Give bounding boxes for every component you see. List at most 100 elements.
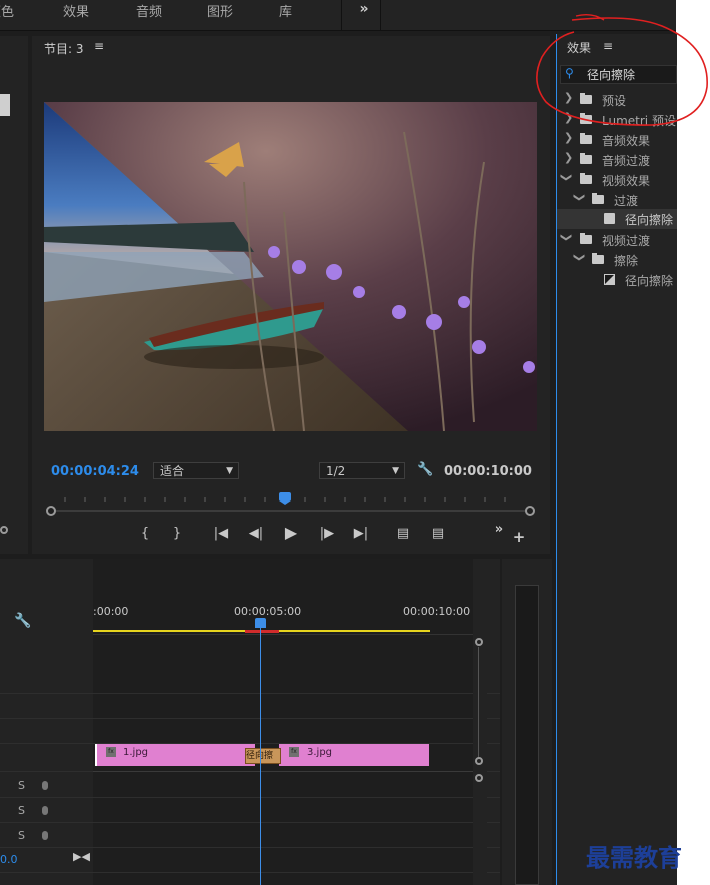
radial-wipe-preview-image <box>44 102 537 431</box>
program-video-frame <box>44 102 537 431</box>
go-to-out-icon[interactable]: ▶| <box>350 526 372 541</box>
add-button-icon[interactable]: + <box>508 528 530 546</box>
tree-item-radial-wipe-transition[interactable]: 径向擦除 <box>557 270 677 290</box>
tree-item-video-effects[interactable]: ❯ 视频效果 <box>557 170 677 190</box>
track-volume-value[interactable]: 0.0 <box>0 853 18 866</box>
timeline-track-area[interactable]: :00:00 00:00:05:00 00:00:10:00 fx 1.jpg … <box>93 559 473 885</box>
folder-icon <box>592 193 604 204</box>
transport-more-icon[interactable]: » <box>488 522 510 537</box>
track-divider <box>93 771 473 772</box>
resolution-dropdown[interactable]: 1/2 ▼ <box>319 462 405 479</box>
track-divider <box>93 847 473 848</box>
master-track-icon[interactable]: ▶◀ <box>73 850 90 863</box>
scroll-knob[interactable] <box>475 638 483 646</box>
folder-icon <box>580 153 592 164</box>
clip-1-jpg[interactable]: fx 1.jpg <box>95 744 255 766</box>
fx-badge-icon: fx <box>106 747 116 757</box>
clip-3-jpg[interactable]: fx 3.jpg <box>279 744 429 766</box>
ruler-baseline <box>93 634 473 635</box>
track-divider <box>93 872 473 873</box>
tree-item-label: 视频过渡 <box>602 234 651 248</box>
workspace-tab-effects[interactable]: 效果 <box>63 1 89 20</box>
scroll-knob[interactable] <box>0 526 8 534</box>
chevron-down-icon: ❯ <box>573 252 587 263</box>
track-divider <box>93 822 473 823</box>
effects-panel: 效果 ≡ ⚲ ❯ 预设 ❯ Lumetri 预设 ❯ 音频效果 ❯ 音频过渡 ❯… <box>556 34 677 885</box>
ruler-label-10s: 00:00:10:00 <box>403 605 471 618</box>
mark-in-icon[interactable]: { <box>134 526 156 541</box>
render-bar <box>245 630 279 633</box>
clip-name: 1.jpg <box>123 747 149 758</box>
monitor-scrubber[interactable] <box>45 492 535 516</box>
play-icon[interactable]: ▶ <box>280 523 302 542</box>
chevron-down-icon: ❯ <box>573 192 587 203</box>
workspace-more-icon[interactable]: » <box>352 1 376 17</box>
tree-item-audio-effects[interactable]: ❯ 音频效果 <box>557 130 677 150</box>
workspace-tab-graphics[interactable]: 图形 <box>207 1 233 20</box>
microphone-icon[interactable] <box>42 806 48 815</box>
tree-item-wipe-folder[interactable]: ❯ 擦除 <box>557 250 677 270</box>
folder-icon <box>592 253 604 264</box>
tree-item-radial-wipe-effect[interactable]: 径向擦除 <box>557 209 677 229</box>
step-forward-icon[interactable]: |▶ <box>316 526 338 541</box>
lift-icon[interactable]: ▤ <box>392 526 414 541</box>
workspace-tab-audio[interactable]: 音频 <box>136 1 162 20</box>
fit-dropdown-value: 适合 <box>160 464 185 478</box>
track-divider <box>93 693 473 694</box>
program-monitor: 节目: 3 ≡ 00:00:04:24 适合 ▼ 1/2 ▼ 🔧 00:00:1… <box>32 36 550 554</box>
chevron-down-icon: ❯ <box>560 232 574 243</box>
workspace-divider <box>341 0 342 30</box>
source-panel-edge <box>0 36 28 554</box>
audio-meter <box>515 585 539 885</box>
audio-track-solo-button[interactable]: S <box>18 779 25 792</box>
workspace-divider <box>380 0 381 30</box>
go-to-in-icon[interactable]: |◀ <box>210 526 232 541</box>
scroll-track <box>478 647 479 759</box>
timeline-wrench-icon[interactable]: 🔧 <box>14 613 31 629</box>
tree-item-transition-folder[interactable]: ❯ 过渡 <box>557 190 677 210</box>
step-back-icon[interactable]: ◀| <box>245 526 267 541</box>
tree-item-label: 视频效果 <box>602 174 651 188</box>
chevron-right-icon: ❯ <box>564 131 574 144</box>
audio-track-solo-button[interactable]: S <box>18 804 25 817</box>
tree-item-audio-transitions[interactable]: ❯ 音频过渡 <box>557 150 677 170</box>
folder-icon <box>580 133 592 144</box>
mark-out-icon[interactable]: } <box>166 526 188 541</box>
playhead-handle[interactable] <box>255 618 266 628</box>
tree-item-label: 音频效果 <box>602 134 651 148</box>
workspace-tab-color[interactable]: 颜色 <box>0 1 14 20</box>
clip-name: 3.jpg <box>307 747 333 758</box>
microphone-icon[interactable] <box>42 831 48 840</box>
program-monitor-title[interactable]: 节目: 3 <box>44 40 84 57</box>
current-timecode[interactable]: 00:00:04:24 <box>51 464 139 479</box>
settings-wrench-icon[interactable]: 🔧 <box>417 462 433 477</box>
timeline-vertical-scrollbar[interactable] <box>473 559 487 885</box>
ruler-label-5s: 00:00:05:00 <box>234 605 302 618</box>
fit-dropdown[interactable]: 适合 ▼ <box>153 462 239 479</box>
radial-wipe-transition-clip[interactable]: 径向擦 <box>245 748 281 764</box>
microphone-icon[interactable] <box>42 781 48 790</box>
tree-item-video-transitions[interactable]: ❯ 视频过渡 <box>557 230 677 250</box>
chevron-down-icon: ▼ <box>392 466 399 476</box>
workspace-tab-libraries[interactable]: 库 <box>279 1 292 20</box>
playhead-line[interactable] <box>260 619 261 885</box>
audio-track-solo-button[interactable]: S <box>18 829 25 842</box>
audio-meter-panel <box>502 559 552 885</box>
scroll-knob[interactable] <box>475 774 483 782</box>
track-divider <box>93 718 473 719</box>
screen-edge <box>676 0 710 885</box>
watermark-logo: 最需教育 <box>586 843 682 872</box>
chevron-down-icon: ▼ <box>226 466 233 476</box>
tree-item-label: 过渡 <box>614 194 639 208</box>
folder-icon <box>580 233 592 244</box>
effect-icon <box>604 213 615 224</box>
chevron-right-icon: ❯ <box>564 151 574 164</box>
extract-icon[interactable]: ▤ <box>427 526 449 541</box>
source-thumbnail <box>0 94 10 116</box>
tree-item-label: 擦除 <box>614 254 639 268</box>
tree-item-label: 音频过渡 <box>602 154 651 168</box>
resolution-dropdown-value: 1/2 <box>326 464 346 478</box>
folder-icon <box>580 173 592 184</box>
scroll-knob[interactable] <box>475 757 483 765</box>
monitor-menu-icon[interactable]: ≡ <box>94 39 104 53</box>
